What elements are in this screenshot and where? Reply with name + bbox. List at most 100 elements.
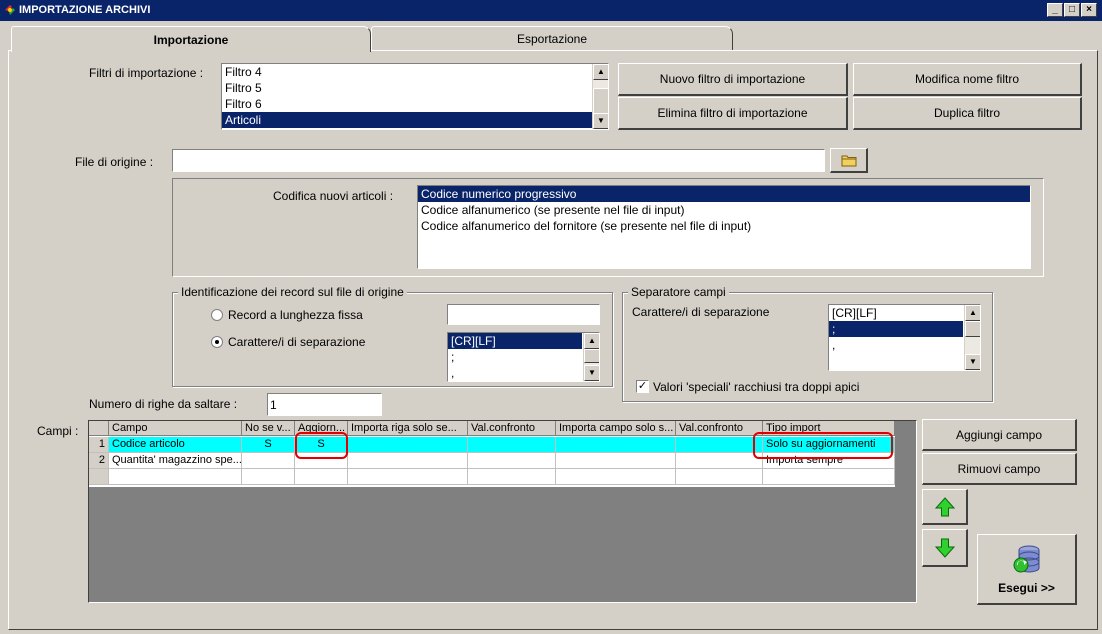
list-item[interactable]: ; [829,321,963,337]
cell-campo[interactable]: Codice articolo [109,437,242,453]
skip-rows-input[interactable] [267,393,382,416]
new-filter-button[interactable]: Nuovo filtro di importazione [618,63,848,96]
folder-icon [841,155,856,167]
coding-listbox[interactable]: Codice numerico progressivo Codice alfan… [417,185,1031,269]
list-item[interactable]: Filtro 5 [222,80,592,96]
scroll-up-icon[interactable]: ▲ [965,305,980,321]
row-number: 1 [89,437,109,453]
quotes-label: Valori 'speciali' racchiusi tra doppi ap… [653,380,860,394]
cell-no-se-vuoto[interactable] [242,453,295,469]
field-separator-label: Carattere/i di separazione [632,305,770,319]
cell-empty[interactable] [295,469,348,485]
cell-importa-riga[interactable] [348,437,468,453]
minimize-button[interactable]: _ [1047,3,1063,17]
scroll-thumb[interactable] [584,349,599,363]
grid-corner [89,421,109,436]
fixed-length-input[interactable] [447,304,600,325]
cell-importa-campo[interactable] [556,437,676,453]
record-id-title: Identificazione dei record sul file di o… [178,285,407,299]
list-item[interactable]: [CR][LF] [448,333,582,349]
close-button[interactable]: × [1081,3,1097,17]
duplicate-filter-button[interactable]: Duplica filtro [853,97,1082,130]
fixed-length-radio[interactable] [211,309,223,321]
scroll-up-icon[interactable]: ▲ [593,64,608,80]
fields-label: Campi : [37,424,79,438]
cell-importa-riga[interactable] [348,453,468,469]
column-header[interactable]: Importa riga solo se... [348,421,468,436]
cell-empty[interactable] [468,469,556,485]
cell-empty[interactable] [348,469,468,485]
list-item[interactable] [829,353,963,369]
cell-empty[interactable] [763,469,895,485]
column-header[interactable]: Val.confronto [676,421,763,436]
field-separator-scrollbar[interactable]: ▲ ▼ [964,305,980,370]
highlight-annotation [295,432,348,459]
delete-filter-button[interactable]: Elimina filtro di importazione [618,97,848,130]
cell-val-confronto[interactable] [468,437,556,453]
scroll-thumb[interactable] [965,321,980,337]
move-up-button[interactable] [922,489,968,525]
fixed-length-label: Record a lunghezza fissa [228,308,363,322]
highlight-annotation [753,432,893,459]
scroll-thumb[interactable] [593,88,608,114]
tab-label: Esportazione [516,31,588,46]
field-separator-title: Separatore campi [628,285,729,299]
cell-empty[interactable] [556,469,676,485]
rename-filter-button[interactable]: Modifica nome filtro [853,63,1082,96]
row-number: 2 [89,453,109,469]
list-item[interactable]: [CR][LF] [829,305,963,321]
add-field-button[interactable]: Aggiungi campo [922,419,1077,451]
maximize-button[interactable]: □ [1064,3,1080,17]
cell-val-confronto-2[interactable] [676,453,763,469]
browse-folder-button[interactable] [830,148,868,173]
list-item[interactable]: Articoli [222,112,592,128]
cell-empty[interactable] [676,469,763,485]
source-file-label: File di origine : [75,155,154,169]
filters-scrollbar[interactable]: ▲ ▼ [592,64,608,129]
move-down-button[interactable] [922,529,968,567]
list-item[interactable]: Codice numerico progressivo [418,186,1030,202]
coding-label: Codifica nuovi articoli : [273,189,394,203]
column-header[interactable]: Importa campo solo s... [556,421,676,436]
list-item[interactable]: Filtro 6 [222,96,592,112]
filters-listbox[interactable]: Filtro 4 Filtro 5 Filtro 6 Articoli ▲ ▼ [221,63,609,130]
separator-label: Carattere/i di separazione [228,335,366,349]
tab-label: Importazione [153,32,229,47]
cell-campo[interactable]: Quantita' magazzino spe... [109,453,242,469]
source-file-input[interactable] [172,149,825,172]
cell-no-se-vuoto[interactable]: S [242,437,295,453]
separator-radio[interactable] [211,336,223,348]
run-button[interactable]: Esegui >> [977,534,1077,605]
cell-importa-campo[interactable] [556,453,676,469]
list-item[interactable]: Codice alfanumerico (se presente nel fil… [418,202,1030,218]
column-header[interactable]: Campo [109,421,242,436]
maximize-icon: □ [1068,4,1076,15]
tab-esportazione[interactable]: Esportazione [371,26,733,50]
cell-empty[interactable] [242,469,295,485]
list-item[interactable]: Codice alfanumerico del fornitore (se pr… [418,218,1030,234]
record-separator-scrollbar[interactable]: ▲ ▼ [583,333,599,381]
cell-empty[interactable] [109,469,242,485]
list-item[interactable]: Filtro 4 [222,64,592,80]
list-item[interactable]: , [829,337,963,353]
list-item[interactable]: ; [448,349,582,365]
column-header[interactable]: Val.confronto [468,421,556,436]
list-item[interactable]: , [448,365,582,381]
row-number [89,469,109,485]
database-run-icon [1013,545,1039,573]
scroll-down-icon[interactable]: ▼ [593,113,608,129]
field-separator-listbox[interactable]: [CR][LF] ; , ▲ ▼ [828,304,981,371]
remove-field-button[interactable]: Rimuovi campo [922,453,1077,485]
app-icon [5,5,15,15]
cell-val-confronto-2[interactable] [676,437,763,453]
scroll-down-icon[interactable]: ▼ [965,354,980,370]
record-separator-listbox[interactable]: [CR][LF] ; , ▲ ▼ [447,332,600,382]
scroll-down-icon[interactable]: ▼ [584,365,599,381]
run-label: Esegui >> [998,581,1055,595]
close-icon: × [1086,4,1092,15]
column-header[interactable]: No se v... [242,421,295,436]
scroll-up-icon[interactable]: ▲ [584,333,599,349]
tab-importazione[interactable]: Importazione [11,26,371,52]
quotes-checkbox[interactable]: ✓ [636,380,649,393]
cell-val-confronto[interactable] [468,453,556,469]
